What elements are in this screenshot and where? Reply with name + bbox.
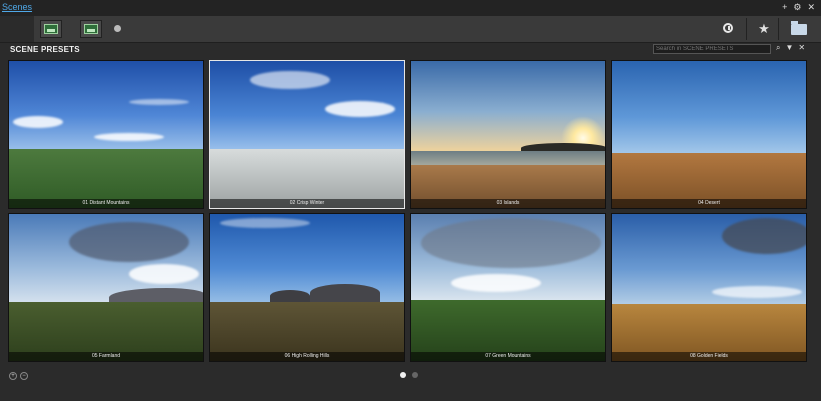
filter-icon[interactable]: ▼ <box>785 43 793 53</box>
cloud <box>129 99 189 105</box>
divider <box>778 18 779 40</box>
gear-icon[interactable]: ⚙ <box>793 2 801 13</box>
mountain <box>270 290 310 302</box>
title-bar: Scenes + ⚙ ✕ <box>0 0 821 16</box>
close-icon[interactable]: ✕ <box>798 43 805 53</box>
page-dot[interactable] <box>412 372 418 378</box>
page-dot-active[interactable] <box>400 372 406 378</box>
preset-label: 05 Farmland <box>91 353 121 359</box>
preset-thumbnail[interactable]: 02 Crisp Winter <box>209 60 405 209</box>
cloud <box>94 133 164 141</box>
zoom-in-icon[interactable]: + <box>9 372 17 380</box>
preset-label: 08 Golden Fields <box>690 353 728 359</box>
clock-icon <box>723 23 733 33</box>
toolbar-left-pad <box>0 16 34 42</box>
sky <box>612 61 806 155</box>
search-input[interactable] <box>653 44 771 54</box>
panel-title: SCENE PRESETS <box>10 45 80 54</box>
recent-button[interactable] <box>719 20 739 38</box>
expand-icon[interactable] <box>114 25 121 32</box>
cloud <box>451 274 541 292</box>
folder-icon <box>791 21 807 35</box>
scene-preset-button[interactable] <box>40 20 62 38</box>
preset-grid: 01 Distant Mountains 02 Crisp Winter 03 … <box>8 60 810 362</box>
preset-label: 01 Distant Mountains <box>82 200 130 206</box>
panel-footer: + − <box>0 364 821 401</box>
preset-label: 07 Green Mountains <box>485 353 531 359</box>
cloud <box>722 218 806 254</box>
landscape-icon <box>44 24 58 34</box>
preset-thumbnail[interactable]: 07 Green Mountains <box>410 213 606 362</box>
preset-thumbnail[interactable]: 06 High Rolling Hills <box>209 213 405 362</box>
close-icon[interactable]: ✕ <box>807 2 815 13</box>
add-icon[interactable]: + <box>782 2 787 13</box>
favorites-button[interactable]: ★ <box>754 20 774 38</box>
window-title[interactable]: Scenes <box>2 2 32 12</box>
preset-label: 02 Crisp Winter <box>289 200 325 206</box>
preset-thumbnail[interactable]: 03 Islands <box>410 60 606 209</box>
cloud <box>69 222 189 262</box>
preset-thumbnail[interactable]: 04 Desert <box>611 60 807 209</box>
cloud <box>129 264 199 284</box>
toolbar: ★ <box>0 16 821 43</box>
cloud <box>250 71 330 89</box>
cloud <box>13 116 63 128</box>
mountain <box>310 284 380 302</box>
star-icon: ★ <box>758 21 770 36</box>
preset-thumbnail[interactable]: 01 Distant Mountains <box>8 60 204 209</box>
cloud <box>325 101 395 117</box>
header-icons: ⌕ ▼ ✕ <box>776 43 805 53</box>
divider <box>746 18 747 40</box>
water <box>411 151 605 165</box>
cloud <box>421 218 601 268</box>
search-icon[interactable]: ⌕ <box>776 43 780 53</box>
preset-thumbnail[interactable]: 08 Golden Fields <box>611 213 807 362</box>
browse-button[interactable] <box>789 20 809 38</box>
landscape-icon <box>84 24 98 34</box>
window-controls: + ⚙ ✕ <box>782 2 815 13</box>
preset-label: 04 Desert <box>698 200 720 206</box>
cloud <box>220 218 310 228</box>
preset-label: 03 Islands <box>496 200 520 206</box>
scene-preset-alt-button[interactable] <box>80 20 102 38</box>
cloud <box>712 286 802 298</box>
preset-label: 06 High Rolling Hills <box>284 353 330 359</box>
zoom-out-icon[interactable]: − <box>20 372 28 380</box>
preset-thumbnail[interactable]: 05 Farmland <box>8 213 204 362</box>
